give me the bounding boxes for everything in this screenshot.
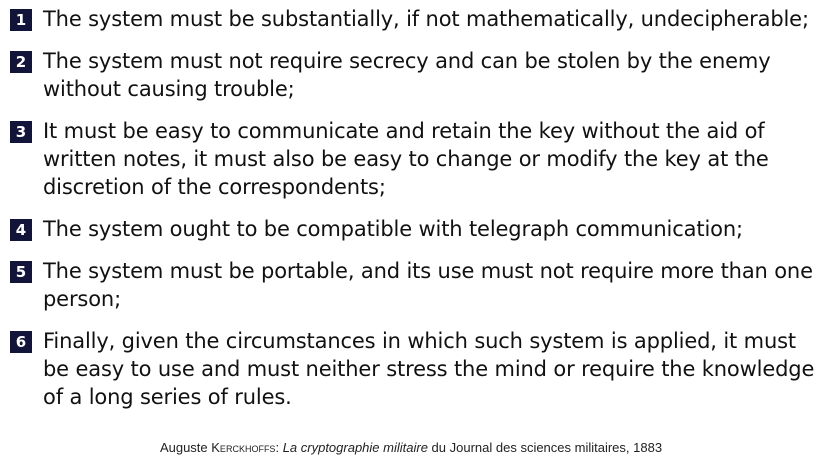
principle-item-3: 3 It must be easy to communicate and ret…	[10, 117, 815, 201]
principles-list: 1 The system must be substantially, if n…	[10, 5, 815, 425]
citation-source: du Journal des sciences militaires, 1883	[431, 440, 663, 455]
principle-item-5: 5 The system must be portable, and its u…	[10, 257, 815, 313]
principle-item-2: 2 The system must not require secrecy an…	[10, 47, 815, 103]
principle-text: It must be easy to communicate and retai…	[43, 119, 769, 199]
principle-text: The system must not require secrecy and …	[43, 49, 771, 101]
citation-author-last: Kerckhoffs:	[211, 440, 280, 455]
number-badge: 1	[10, 9, 32, 31]
principle-text: The system ought to be compatible with t…	[43, 217, 743, 241]
citation-author-first: Auguste	[159, 440, 208, 455]
principle-text: The system must be portable, and its use…	[43, 259, 813, 311]
number-badge: 4	[10, 219, 32, 241]
citation: Auguste Kerckhoffs: La cryptographie mil…	[0, 440, 822, 455]
principle-text: Finally, given the circumstances in whic…	[43, 329, 815, 409]
number-badge: 3	[10, 121, 32, 143]
principle-item-4: 4 The system ought to be compatible with…	[10, 215, 815, 243]
principle-text: The system must be substantially, if not…	[43, 7, 809, 31]
number-badge: 2	[10, 51, 32, 73]
number-badge: 6	[10, 331, 32, 353]
number-badge: 5	[10, 261, 32, 283]
principle-item-1: 1 The system must be substantially, if n…	[10, 5, 815, 33]
principle-item-6: 6 Finally, given the circumstances in wh…	[10, 327, 815, 411]
citation-work-title: La cryptographie militaire	[282, 440, 428, 455]
